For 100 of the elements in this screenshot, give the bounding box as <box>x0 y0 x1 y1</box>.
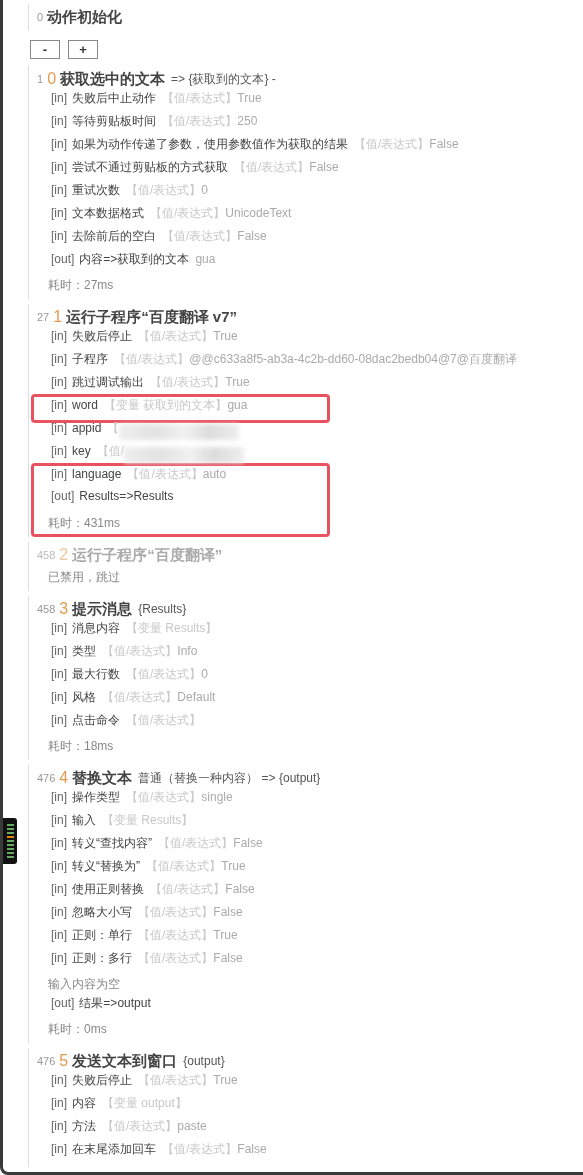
line-number: 27 <box>37 311 50 323</box>
line-number: 476 <box>37 1055 56 1067</box>
param-tag: [in] <box>51 160 67 174</box>
param-value: gua <box>227 398 248 412</box>
param-tag: [out] <box>51 252 75 266</box>
param-name: 失败后停止 <box>72 1072 132 1089</box>
param-value: 0 <box>201 183 209 197</box>
param-tag: [in] <box>51 183 67 197</box>
param-value: False <box>213 905 243 919</box>
status-text: 耗时：0ms <box>47 1020 108 1038</box>
step-index: 0 <box>47 70 57 88</box>
param-value: True <box>221 859 246 873</box>
param-value: 250 <box>237 114 258 128</box>
param-name: 正则：单行 <box>72 927 132 944</box>
param-tag: [out] <box>51 489 75 503</box>
level-meter-icon[interactable] <box>3 818 17 864</box>
param-name: 点击命令 <box>72 712 120 729</box>
param-tag: [in] <box>51 229 67 243</box>
block-title: 发送文本到窗口 <box>72 1051 178 1071</box>
status-text: 已禁用，跳过 <box>47 568 121 586</box>
step-index: 3 <box>59 600 69 618</box>
param-name: 转义“查找内容” <box>72 835 152 852</box>
param-name: 风格 <box>72 689 96 706</box>
param-tag: [in] <box>51 690 67 704</box>
status-text: 输入内容为空 <box>47 975 121 993</box>
param-name: 在末尾添加回车 <box>72 1141 156 1158</box>
param-tag: [in] <box>51 467 67 481</box>
param-name: 跳过调试输出 <box>72 374 144 391</box>
param-value: Info <box>177 644 198 658</box>
param-name: 去除前后的空白 <box>72 228 156 245</box>
param-tag: [in] <box>51 667 67 681</box>
param-tag: [in] <box>51 813 67 827</box>
step-index: 1 <box>53 308 63 326</box>
step-index: 4 <box>59 769 69 787</box>
param-name: 使用正则替换 <box>72 881 144 898</box>
toggle-button[interactable]: - <box>30 40 60 59</box>
block-title: 替换文本 <box>72 768 133 788</box>
param-tag: [out] <box>51 996 75 1010</box>
param-tag: [in] <box>51 713 67 727</box>
param-name: 内容 <box>72 1095 96 1112</box>
param-tag: [in] <box>51 1073 67 1087</box>
param-value: gua <box>195 252 216 266</box>
param-value: False <box>225 882 255 896</box>
param-name: 最大行数 <box>72 666 120 683</box>
param-tag: [in] <box>51 644 67 658</box>
param-value: False <box>213 951 243 965</box>
param-value: True <box>213 329 238 343</box>
param-tag: [in] <box>51 91 67 105</box>
block-title: 获取选中的文本 <box>60 69 166 89</box>
param-value: True <box>237 91 262 105</box>
block-title: 运行子程序“百度翻译” <box>72 545 223 565</box>
param-tag: [in] <box>51 1096 67 1110</box>
param-value: 0 <box>201 667 209 681</box>
line-number: 1 <box>37 73 44 85</box>
param-value: Default <box>177 690 216 704</box>
param-name: 结果=>output <box>79 995 151 1012</box>
param-value: @@c633a8f5-ab3a-4c2b-dd60-08dac2bedb04@7@百度翻译 <box>189 351 517 368</box>
status-text: 耗时：431ms <box>47 514 122 532</box>
line-number: 476 <box>37 772 56 784</box>
param-value: paste <box>177 1119 207 1133</box>
param-name: Results=>Results <box>79 489 174 503</box>
param-name: 失败后停止 <box>72 328 132 345</box>
param-name: 等待剪贴板时间 <box>72 113 156 130</box>
param-tag: [in] <box>51 421 67 435</box>
param-tag: [in] <box>51 352 67 366</box>
toggle-button[interactable]: + <box>68 40 98 59</box>
param-value: UnicodeText <box>225 206 292 220</box>
line-number: 458 <box>37 603 56 615</box>
param-name: 尝试不通过剪贴板的方式获取 <box>72 159 228 176</box>
param-tag: [in] <box>51 928 67 942</box>
param-tag: [in] <box>51 836 67 850</box>
param-name: 文本数据格式 <box>72 205 144 222</box>
status-text: 耗时：18ms <box>47 737 115 755</box>
param-value: False <box>429 137 459 151</box>
param-name: 重试次数 <box>72 182 120 199</box>
step-index: 5 <box>59 1052 69 1070</box>
param-value: True <box>225 375 250 389</box>
param-value: single <box>201 790 233 804</box>
status-text: 耗时：27ms <box>47 276 115 294</box>
param-value: False <box>233 836 263 850</box>
param-tag: [in] <box>51 398 67 412</box>
param-value: False <box>237 229 267 243</box>
param-name: key <box>72 444 91 458</box>
param-name: 方法 <box>72 1118 96 1135</box>
param-name: 内容=>获取到的文本 <box>79 251 190 268</box>
param-tag: [in] <box>51 1142 67 1156</box>
block-output: 普通（替换一种内容） => {output} <box>138 769 321 787</box>
param-tag: [in] <box>51 137 67 151</box>
param-name: language <box>72 467 122 481</box>
param-value: True <box>213 928 238 942</box>
param-value: False <box>309 160 339 174</box>
step-index: 2 <box>59 546 69 564</box>
param-name: 正则：多行 <box>72 950 132 967</box>
block-title: 动作初始化 <box>47 7 123 27</box>
param-name: 消息内容 <box>72 620 120 637</box>
param-tag: [in] <box>51 951 67 965</box>
param-tag: [in] <box>51 206 67 220</box>
line-number: 0 <box>37 11 44 23</box>
param-name: appid <box>72 421 102 435</box>
param-tag: [in] <box>51 790 67 804</box>
